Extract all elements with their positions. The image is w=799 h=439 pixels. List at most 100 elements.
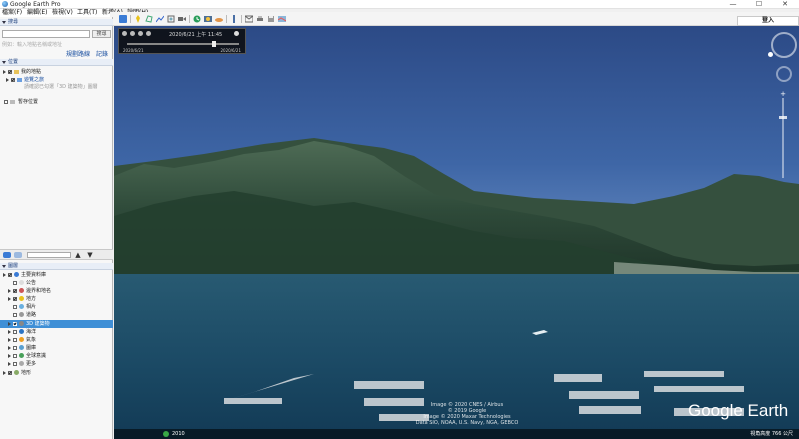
close-button[interactable]: ✕ — [772, 0, 798, 9]
layer-item-road[interactable]: 道路 — [0, 311, 113, 319]
settings-icon[interactable] — [122, 31, 127, 36]
time-slider-handle[interactable] — [212, 41, 217, 47]
historical-imagery-icon[interactable] — [163, 431, 169, 437]
polygon-icon[interactable] — [145, 15, 153, 23]
expand-icon[interactable] — [8, 354, 11, 358]
layer-item-terrain[interactable]: 地形 — [0, 369, 113, 377]
expand-icon[interactable] — [8, 362, 11, 366]
save-image-icon[interactable] — [267, 15, 275, 23]
sidebar-toggle-icon[interactable] — [119, 15, 127, 23]
menu-view[interactable]: 檢視(V) — [52, 9, 73, 17]
folder-icon — [10, 100, 15, 104]
checkbox[interactable] — [8, 371, 12, 375]
checkbox[interactable] — [8, 273, 12, 277]
placemark-icon[interactable] — [134, 15, 142, 23]
earth-3d-view[interactable] — [114, 26, 799, 439]
places-item-my-places[interactable]: 我的地點 — [0, 68, 113, 76]
play-icon[interactable] — [146, 31, 151, 36]
maximize-button[interactable]: ☐ — [746, 0, 772, 9]
menu-tools[interactable]: 工具(T) — [77, 9, 97, 17]
layer-item-gallery[interactable]: 圖庫 — [0, 344, 113, 352]
layer-item-border[interactable]: 邊界和地名 — [0, 287, 113, 295]
checkbox[interactable] — [13, 338, 17, 342]
checkbox[interactable] — [8, 70, 12, 74]
checkbox[interactable] — [13, 313, 17, 317]
time-slider-track[interactable] — [127, 43, 239, 45]
zoom-out-time-icon[interactable] — [138, 31, 143, 36]
move-control[interactable] — [776, 66, 792, 82]
places-item-temporary[interactable]: 暫存位置 — [0, 98, 113, 106]
layer-item-weather[interactable]: 氣象 — [0, 336, 113, 344]
zoom-slider[interactable] — [782, 98, 784, 178]
expand-icon[interactable] — [8, 289, 11, 293]
checkbox[interactable] — [13, 305, 17, 309]
minimize-button[interactable]: — — [720, 0, 746, 9]
path-icon[interactable] — [156, 15, 164, 23]
expand-icon[interactable] — [8, 338, 11, 342]
zoom-in-time-icon[interactable] — [130, 31, 135, 36]
expand-icon[interactable] — [8, 297, 11, 301]
terrain-scene[interactable] — [114, 26, 799, 439]
places-item-label: 我的地點 — [21, 69, 42, 75]
places-panel-header[interactable]: 位置 — [0, 59, 113, 66]
layer-item-globe[interactable]: 主要資料庫 — [0, 271, 113, 279]
search-panel-header[interactable]: 搜尋 — [0, 19, 113, 26]
checkbox[interactable] — [13, 289, 17, 293]
historical-imagery-icon[interactable] — [193, 15, 201, 23]
expand-icon[interactable] — [3, 70, 6, 74]
layer-item-building[interactable]: 3D 建築物 — [0, 320, 113, 328]
email-icon[interactable] — [245, 15, 253, 23]
move-up-icon[interactable]: ▲ — [74, 251, 82, 259]
expand-icon[interactable] — [6, 78, 9, 82]
directions-link[interactable]: 規劃路線 — [66, 49, 90, 58]
menu-edit[interactable]: 編輯(E) — [27, 9, 47, 17]
checkbox[interactable] — [13, 346, 17, 350]
sunlight-icon[interactable] — [204, 15, 212, 23]
layer-item-water[interactable]: 海洋 — [0, 328, 113, 336]
expand-icon[interactable] — [8, 346, 11, 350]
layer-item-note[interactable]: 公告 — [0, 279, 113, 287]
history-link[interactable]: 記錄 — [96, 49, 108, 58]
menu-file[interactable]: 檔案(F) — [2, 9, 22, 17]
checkbox[interactable] — [13, 297, 17, 301]
terrain-icon — [14, 370, 19, 375]
ruler-icon[interactable] — [230, 15, 238, 23]
record-tour-icon[interactable] — [178, 15, 186, 23]
expand-icon[interactable] — [8, 322, 11, 326]
checkbox[interactable] — [13, 330, 17, 334]
image-overlay-icon[interactable] — [167, 15, 175, 23]
imagery-date: 2010 — [172, 431, 185, 437]
expand-icon[interactable] — [3, 273, 6, 277]
zoom-in-icon[interactable]: + — [779, 90, 787, 98]
layer-item-earth[interactable]: 全球意識 — [0, 352, 113, 360]
checkbox[interactable] — [13, 362, 17, 366]
maps-icon[interactable] — [278, 15, 286, 23]
checkbox[interactable] — [13, 281, 17, 285]
checkbox[interactable] — [11, 78, 15, 82]
list-icon[interactable] — [14, 252, 22, 258]
expand-icon[interactable] — [3, 371, 6, 375]
places-filter-box[interactable] — [27, 252, 71, 258]
checkbox[interactable] — [4, 100, 8, 104]
move-down-icon[interactable]: ▼ — [86, 251, 94, 259]
close-time-icon[interactable] — [234, 31, 239, 36]
eye-altitude: 視角高度 766 公尺 — [750, 431, 793, 437]
layer-item-place[interactable]: 地方 — [0, 295, 113, 303]
layer-item-more[interactable]: 更多 — [0, 360, 113, 368]
layer-item-photo[interactable]: 相片 — [0, 303, 113, 311]
look-around-control[interactable] — [771, 32, 797, 58]
login-button[interactable]: 登入 — [737, 16, 799, 26]
search-hint: 例如：輸入地點名稱或地址 — [2, 42, 63, 48]
layers-panel-header[interactable]: 圖層 — [0, 263, 113, 270]
checkbox[interactable] — [13, 322, 17, 326]
search-button[interactable]: 搜尋 — [92, 30, 111, 38]
zoom-slider-handle[interactable] — [779, 116, 787, 119]
print-icon[interactable] — [256, 15, 264, 23]
planets-icon[interactable] — [215, 15, 223, 23]
checkbox[interactable] — [13, 354, 17, 358]
search-input[interactable] — [2, 30, 90, 38]
view-icon[interactable] — [3, 252, 11, 258]
compass-north-icon[interactable] — [768, 52, 773, 57]
layer-item-label: 公告 — [26, 280, 37, 286]
expand-icon[interactable] — [8, 330, 11, 334]
